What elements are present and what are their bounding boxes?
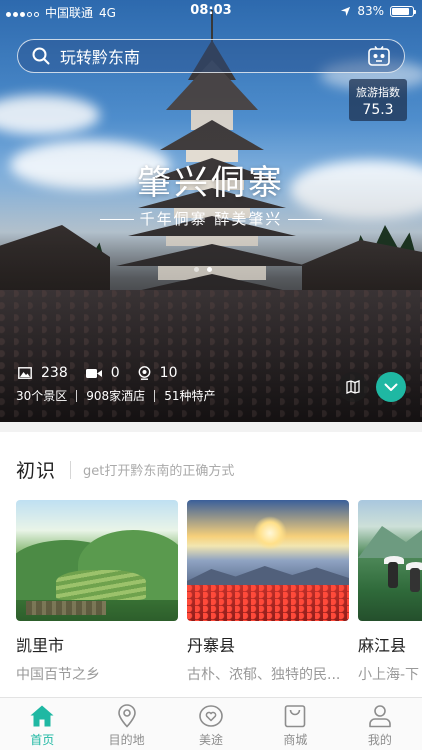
video-icon bbox=[85, 368, 102, 378]
tab-label: 目的地 bbox=[108, 733, 145, 747]
home-icon bbox=[30, 705, 54, 727]
tab-home[interactable]: 首页 bbox=[0, 698, 84, 750]
card-image[interactable] bbox=[187, 500, 349, 621]
card-title: 凯里市 bbox=[16, 636, 65, 655]
photo-count-value: 238 bbox=[41, 365, 68, 381]
card-description: 中国百节之乡 bbox=[16, 667, 100, 683]
tourism-index-badge[interactable]: 旅游指数 75.3 bbox=[349, 79, 407, 121]
tab-journey[interactable]: 美途 bbox=[169, 698, 253, 750]
user-icon bbox=[369, 705, 391, 728]
city-card-list[interactable]: 凯里市 中国百节之乡 丹寨县 古朴、浓郁、独特的民... 麻江县 小上海-下 bbox=[16, 500, 422, 690]
tab-label: 美途 bbox=[199, 733, 224, 747]
battery-icon bbox=[390, 5, 416, 17]
video-count[interactable]: 0 bbox=[85, 365, 120, 381]
carousel-dot-active[interactable] bbox=[207, 267, 212, 272]
search-icon bbox=[32, 47, 50, 65]
panorama-icon bbox=[138, 366, 151, 380]
hero-title: 肇兴侗寨 bbox=[137, 163, 285, 203]
media-stats: 238 0 10 bbox=[18, 365, 177, 381]
panorama-count[interactable]: 10 bbox=[138, 365, 178, 381]
status-bar: 中国联通 4G 08:03 83% bbox=[0, 0, 422, 22]
panorama-count-value: 10 bbox=[159, 365, 178, 381]
bottom-tab-bar: 首页 目的地 美途 商城 我的 bbox=[0, 697, 422, 750]
shopping-bag-icon bbox=[285, 705, 306, 728]
section-divider bbox=[0, 422, 422, 432]
hero-banner[interactable]: 中国联通 4G 08:03 83% 玩转黔东南 旅游指数 75.3 肇兴侗寨 千… bbox=[0, 0, 422, 422]
hotel-count[interactable]: 908家酒店 bbox=[86, 387, 145, 404]
video-count-value: 0 bbox=[110, 365, 120, 381]
section-header: 初识 get打开黔东南的正确方式 bbox=[16, 456, 234, 483]
tab-mall[interactable]: 商城 bbox=[253, 698, 337, 750]
hero-subtitle-wrap: 千年侗寨 醉美肇兴 bbox=[0, 208, 422, 229]
heart-icon bbox=[199, 705, 223, 727]
city-card-danzhai[interactable]: 丹寨县 古朴、浓郁、独特的民... bbox=[187, 500, 349, 684]
tourism-index-label: 旅游指数 bbox=[356, 86, 400, 99]
carousel-indicator[interactable] bbox=[194, 267, 212, 272]
section-subtitle: get打开黔东南的正确方式 bbox=[83, 464, 235, 479]
search-placeholder[interactable]: 玩转黔东南 bbox=[60, 44, 140, 68]
image-icon bbox=[18, 367, 32, 379]
card-description: 小上海-下 bbox=[358, 667, 420, 683]
scenic-count[interactable]: 30个景区 bbox=[16, 387, 67, 404]
map-button[interactable] bbox=[338, 372, 368, 402]
card-title: 麻江县 bbox=[358, 636, 407, 655]
tab-label: 首页 bbox=[30, 733, 55, 747]
card-description: 古朴、浓郁、独特的民... bbox=[187, 667, 341, 683]
photo-count[interactable]: 238 bbox=[18, 365, 68, 381]
tab-destination[interactable]: 目的地 bbox=[84, 698, 168, 750]
section-title: 初识 bbox=[16, 460, 57, 482]
hero-subtitle: 千年侗寨 醉美肇兴 bbox=[139, 210, 283, 228]
tourism-index-value: 75.3 bbox=[362, 102, 394, 118]
expand-button[interactable] bbox=[376, 372, 406, 402]
city-card-kaili[interactable]: 凯里市 中国百节之乡 bbox=[16, 500, 178, 684]
carousel-dot[interactable] bbox=[194, 267, 199, 272]
specialty-count[interactable]: 51种特产 bbox=[164, 387, 215, 404]
chevron-down-icon bbox=[384, 383, 398, 391]
region-facts: 30个景区 908家酒店 51种特产 bbox=[16, 387, 215, 404]
card-title: 丹寨县 bbox=[187, 636, 236, 655]
city-card-majiang[interactable]: 麻江县 小上海-下 bbox=[358, 500, 422, 684]
location-arrow-icon bbox=[341, 6, 351, 16]
tab-label: 我的 bbox=[367, 733, 392, 747]
tab-label: 商城 bbox=[283, 733, 308, 747]
card-image[interactable] bbox=[358, 500, 422, 621]
card-image[interactable] bbox=[16, 500, 178, 621]
location-pin-icon bbox=[117, 704, 136, 728]
search-bar[interactable]: 玩转黔东南 bbox=[17, 39, 405, 73]
tab-profile[interactable]: 我的 bbox=[338, 698, 422, 750]
map-icon bbox=[346, 380, 360, 394]
scan-icon[interactable] bbox=[368, 46, 390, 66]
battery-percent: 83% bbox=[357, 4, 384, 18]
